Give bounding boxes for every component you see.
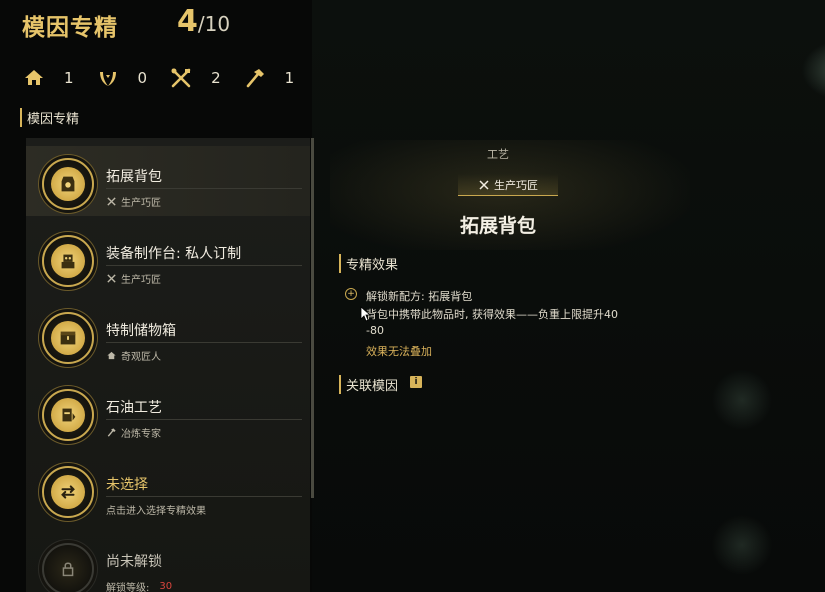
specialization-list: 拓展背包 生产巧匠 装备制作台: 私人订制 生产巧匠 特制储物箱 奇观匠人 石油… xyxy=(26,138,310,592)
item-medal xyxy=(42,312,94,364)
stat-value: 0 xyxy=(137,69,148,87)
crossed-tools-icon xyxy=(107,197,116,206)
stat-value: 1 xyxy=(284,69,295,87)
crossed-tools-icon xyxy=(171,68,191,88)
detail-title: 拓展背包 xyxy=(460,215,537,237)
crossed-tools-icon xyxy=(479,179,489,190)
item-name: 装备制作台: 私人订制 xyxy=(106,246,242,262)
section-label: 模因专精 xyxy=(20,108,79,127)
item-hint-label: 点击进入选择专精效果 xyxy=(106,506,206,517)
house-icon xyxy=(107,351,116,360)
house-icon xyxy=(25,70,43,85)
list-item-locked: 尚未解锁 解锁等级: 30 xyxy=(26,531,310,592)
unlock-level: 解锁等级: 30 xyxy=(106,579,172,592)
effect-line-1: 解锁新配方: 拓展背包 xyxy=(366,290,473,303)
plus-circle-icon: + xyxy=(345,288,357,300)
effect-note: 效果无法叠加 xyxy=(366,345,432,358)
oil-icon xyxy=(62,408,76,422)
item-category-label: 冶炼专家 xyxy=(121,429,161,440)
item-name: 特制储物箱 xyxy=(106,323,176,339)
list-item-unselected[interactable]: 未选择 点击进入选择专精效果 xyxy=(26,454,310,524)
item-category-label: 奇观匠人 xyxy=(121,352,161,363)
count-total: /10 xyxy=(197,12,231,36)
stat-tools: 2 xyxy=(169,66,221,90)
stat-hammer: 1 xyxy=(243,66,295,90)
item-medal xyxy=(42,389,94,441)
item-category-label: 生产巧匠 xyxy=(121,198,161,209)
list-item-oil-craft[interactable]: 石油工艺 冶炼专家 xyxy=(26,377,310,447)
item-hint: 点击进入选择专精效果 xyxy=(106,502,206,517)
unlock-level-value: 30 xyxy=(159,581,173,592)
item-name: 石油工艺 xyxy=(106,400,162,416)
swap-icon xyxy=(61,485,75,499)
laurel-icon xyxy=(99,72,116,86)
item-category: 冶炼专家 xyxy=(106,425,161,440)
badge-icon xyxy=(61,176,75,192)
detail-category: 工艺 xyxy=(487,148,509,161)
effect-line-2: 背包中携带此物品时, 获得效果——负重上限提升40 xyxy=(366,308,618,321)
stat-laurel: 0 xyxy=(96,66,148,90)
count-current: 4 xyxy=(177,4,198,39)
list-item-workbench[interactable]: 装备制作台: 私人订制 生产巧匠 xyxy=(26,223,310,293)
divider xyxy=(106,265,302,266)
stat-house: 1 xyxy=(22,66,74,90)
item-category: 奇观匠人 xyxy=(106,348,161,363)
page-title: 模因专精 xyxy=(22,15,118,41)
list-item-storage-box[interactable]: 特制储物箱 奇观匠人 xyxy=(26,300,310,370)
effect-line-3: -80 xyxy=(366,324,384,337)
detail-tag-label: 生产巧匠 xyxy=(494,178,538,192)
chest-icon xyxy=(60,331,76,345)
item-medal xyxy=(42,235,94,287)
stat-value: 2 xyxy=(211,69,221,87)
divider xyxy=(106,342,302,343)
hammer-icon xyxy=(107,428,116,437)
robot-icon xyxy=(61,254,75,269)
crossed-tools-icon xyxy=(107,274,116,283)
related-heading: 关联模因 xyxy=(339,375,398,394)
info-icon[interactable]: i xyxy=(410,376,422,388)
unlock-level-label: 解锁等级: xyxy=(106,583,150,592)
item-medal xyxy=(42,543,94,592)
stat-value: 1 xyxy=(64,69,74,87)
category-stats: 1 0 2 1 xyxy=(22,64,316,92)
item-category-label: 生产巧匠 xyxy=(121,275,161,286)
list-scrollbar[interactable] xyxy=(311,138,314,498)
item-category: 生产巧匠 xyxy=(106,271,161,286)
list-item-expand-backpack[interactable]: 拓展背包 生产巧匠 xyxy=(26,146,310,216)
item-medal xyxy=(42,158,94,210)
divider xyxy=(106,188,302,189)
divider xyxy=(106,496,302,497)
mouse-cursor-icon xyxy=(360,306,372,322)
item-medal xyxy=(42,466,94,518)
item-name: 未选择 xyxy=(106,477,148,493)
item-category: 生产巧匠 xyxy=(106,194,161,209)
effect-heading: 专精效果 xyxy=(339,254,398,273)
detail-tag: 生产巧匠 xyxy=(458,174,558,196)
item-name: 拓展背包 xyxy=(106,169,162,185)
hammer-icon xyxy=(246,69,264,88)
item-name: 尚未解锁 xyxy=(106,554,162,570)
lock-icon xyxy=(62,562,74,577)
specialization-count: 4/10 xyxy=(177,4,230,39)
divider xyxy=(106,419,302,420)
